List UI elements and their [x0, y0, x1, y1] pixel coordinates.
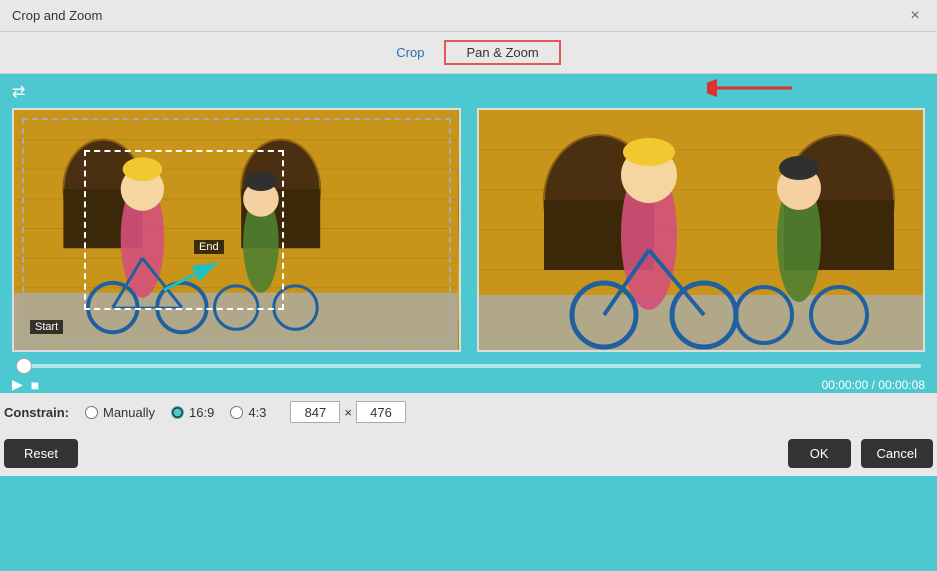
radio-manually-group[interactable]: Manually [85, 405, 155, 420]
radio-4-3-group[interactable]: 4:3 [230, 405, 266, 420]
tabs-area: Crop Pan & Zoom [0, 32, 937, 74]
ok-cancel-group: OK Cancel [788, 439, 933, 468]
images-row: Start End [12, 108, 925, 352]
radio-16-9[interactable] [171, 406, 184, 419]
tab-crop[interactable]: Crop [376, 41, 444, 64]
pan-arrow [159, 255, 229, 298]
play-button[interactable]: ▶ [12, 376, 23, 393]
close-button[interactable]: × [905, 6, 925, 26]
timecode-display: 00:00:00 / 00:00:08 [822, 378, 925, 392]
radio-16-9-label: 16:9 [189, 405, 214, 420]
window-title: Crop and Zoom [12, 8, 102, 23]
playback-row: ▶ ■ 00:00:00 / 00:00:08 [12, 376, 925, 393]
ok-button[interactable]: OK [788, 439, 851, 468]
main-content: ⇄ [0, 74, 937, 393]
source-image: Start End [14, 110, 459, 350]
height-input[interactable] [356, 401, 406, 423]
radio-manually[interactable] [85, 406, 98, 419]
size-inputs: × [290, 401, 406, 423]
constrain-label: Constrain: [4, 405, 69, 420]
end-label: End [194, 240, 224, 254]
timeline-row [12, 364, 925, 368]
playback-buttons: ▶ ■ [12, 376, 39, 393]
preview-image-container [477, 108, 926, 352]
action-row: Reset OK Cancel [0, 431, 937, 476]
radio-manually-label: Manually [103, 405, 155, 420]
cancel-button[interactable]: Cancel [861, 439, 933, 468]
scrubber-track[interactable] [16, 364, 921, 368]
title-bar: Crop and Zoom × [0, 0, 937, 32]
start-label: Start [30, 320, 63, 334]
radio-4-3-label: 4:3 [248, 405, 266, 420]
reset-button[interactable]: Reset [4, 439, 78, 468]
bottom-controls: ▶ ■ 00:00:00 / 00:00:08 [12, 364, 925, 393]
width-input[interactable] [290, 401, 340, 423]
outer-selection [22, 118, 451, 342]
tab-pan-zoom[interactable]: Pan & Zoom [444, 40, 560, 65]
source-image-container: Start End [12, 108, 461, 352]
stop-button[interactable]: ■ [31, 377, 39, 393]
size-separator: × [344, 405, 352, 420]
annotation-arrow [707, 73, 797, 106]
radio-16-9-group[interactable]: 16:9 [171, 405, 214, 420]
constrain-row: Constrain: Manually 16:9 4:3 × [0, 393, 937, 431]
scrubber-handle[interactable] [16, 358, 32, 374]
radio-4-3[interactable] [230, 406, 243, 419]
